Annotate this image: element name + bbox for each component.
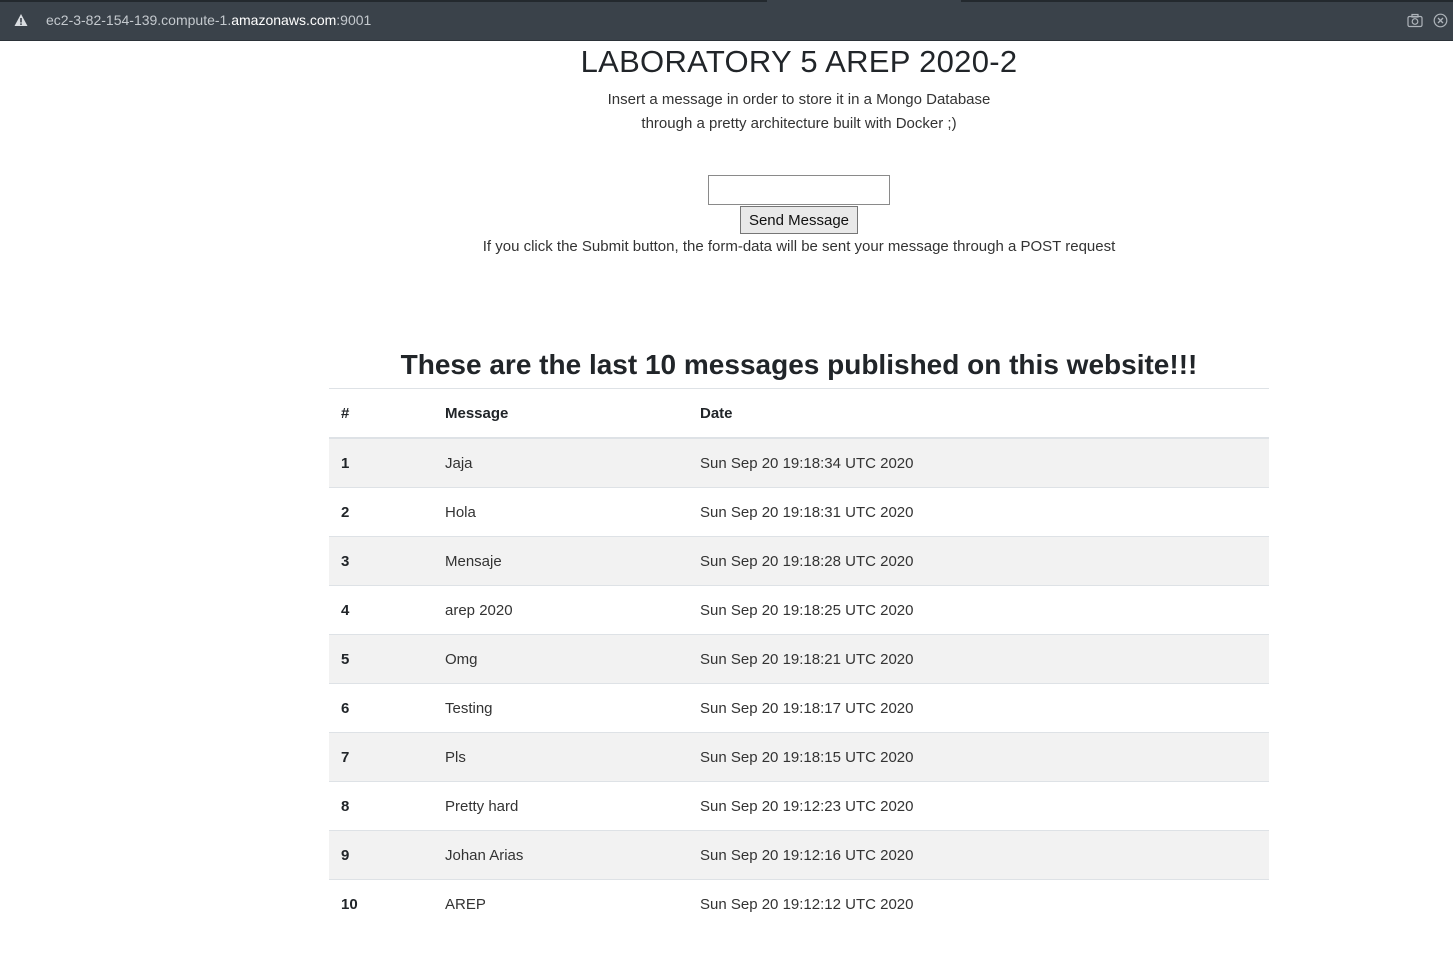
tab-strip-left [0,0,767,2]
row-message: arep 2020 [433,585,688,635]
messages-table-container: # Message Date 1 Jaja Sun Sep 20 19:18:3… [329,388,1269,928]
address-bar-url[interactable]: ec2-3-82-154-139.compute-1.amazonaws.com… [46,12,371,28]
row-message: Testing [433,683,688,733]
header-message: Message [433,388,688,439]
row-date: Sun Sep 20 19:18:28 UTC 2020 [688,536,1269,586]
warning-triangle-icon[interactable] [14,13,28,27]
subtitle-line-2: through a pretty architecture built with… [641,115,957,132]
row-number: 3 [329,536,433,586]
row-number: 6 [329,683,433,733]
browser-bar: ec2-3-82-154-139.compute-1.amazonaws.com… [0,0,1453,41]
row-number: 8 [329,781,433,831]
row-number: 4 [329,585,433,635]
row-date: Sun Sep 20 19:12:23 UTC 2020 [688,781,1269,831]
row-number: 7 [329,732,433,782]
row-date: Sun Sep 20 19:12:16 UTC 2020 [688,830,1269,880]
table-row: 6 Testing Sun Sep 20 19:18:17 UTC 2020 [329,683,1269,733]
subtitle-line-1: Insert a message in order to store it in… [607,91,991,108]
table-row: 9 Johan Arias Sun Sep 20 19:12:16 UTC 20… [329,830,1269,880]
row-number: 5 [329,634,433,684]
row-message: Pls [433,732,688,782]
row-number: 9 [329,830,433,880]
camera-icon[interactable] [1407,13,1423,28]
form-hint: If you click the Submit button, the form… [482,238,1116,255]
row-message: Pretty hard [433,781,688,831]
table-header-row: # Message Date [329,388,1269,439]
row-number: 1 [329,437,433,488]
table-row: 7 Pls Sun Sep 20 19:18:15 UTC 2020 [329,732,1269,782]
row-message: AREP [433,879,688,928]
messages-heading: These are the last 10 messages published… [400,349,1198,380]
row-message: Jaja [433,437,688,488]
table-row: 2 Hola Sun Sep 20 19:18:31 UTC 2020 [329,487,1269,537]
header-number: # [329,388,433,439]
message-input[interactable] [708,175,890,205]
table-row: 10 AREP Sun Sep 20 19:12:12 UTC 2020 [329,879,1269,928]
header-date: Date [688,388,1269,439]
tab-strip-right [961,0,1453,2]
row-message: Mensaje [433,536,688,586]
send-message-button[interactable]: Send Message [740,206,858,234]
url-host: amazonaws.com [231,12,337,28]
row-number: 2 [329,487,433,537]
row-date: Sun Sep 20 19:18:25 UTC 2020 [688,585,1269,635]
close-circle-icon[interactable] [1433,13,1448,28]
row-date: Sun Sep 20 19:18:15 UTC 2020 [688,732,1269,782]
row-date: Sun Sep 20 19:18:17 UTC 2020 [688,683,1269,733]
page-subtitle: Insert a message in order to store it in… [0,88,1453,136]
row-date: Sun Sep 20 19:12:12 UTC 2020 [688,879,1269,928]
row-date: Sun Sep 20 19:18:34 UTC 2020 [688,437,1269,488]
url-port: :9001 [336,12,372,28]
table-row: 1 Jaja Sun Sep 20 19:18:34 UTC 2020 [329,437,1269,488]
row-date: Sun Sep 20 19:18:31 UTC 2020 [688,487,1269,537]
row-message: Hola [433,487,688,537]
table-row: 4 arep 2020 Sun Sep 20 19:18:25 UTC 2020 [329,585,1269,635]
row-message: Omg [433,634,688,684]
page-title: LABORATORY 5 AREP 2020-2 [580,44,1018,79]
table-row: 5 Omg Sun Sep 20 19:18:21 UTC 2020 [329,634,1269,684]
row-number: 10 [329,879,433,928]
table-row: 8 Pretty hard Sun Sep 20 19:12:23 UTC 20… [329,781,1269,831]
messages-table: # Message Date 1 Jaja Sun Sep 20 19:18:3… [329,388,1269,928]
url-prefix: ec2-3-82-154-139.compute-1. [46,12,232,28]
table-row: 3 Mensaje Sun Sep 20 19:18:28 UTC 2020 [329,536,1269,586]
row-message: Johan Arias [433,830,688,880]
row-date: Sun Sep 20 19:18:21 UTC 2020 [688,634,1269,684]
